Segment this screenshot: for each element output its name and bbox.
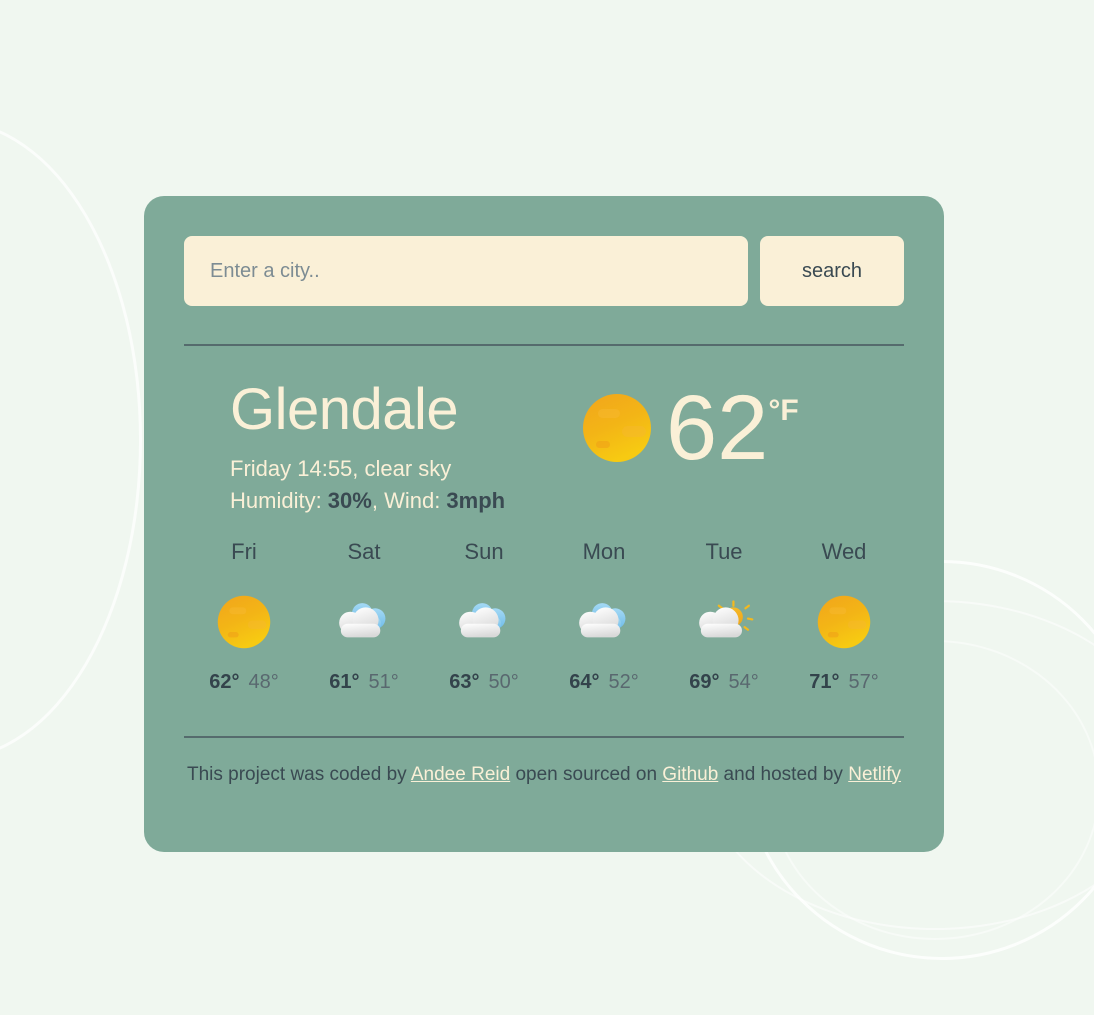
search-form: search [184, 236, 904, 306]
sun-icon [784, 587, 904, 657]
current-conditions: Friday 14:55, clear sky [230, 455, 452, 481]
github-link[interactable]: Github [662, 764, 718, 785]
forecast-day-label: Sun [464, 538, 504, 564]
current-temperature-block: 62 °F [582, 382, 799, 474]
forecast-day-label: Mon [582, 538, 626, 564]
wind-label: , Wind: [371, 487, 447, 513]
forecast-high: 62° [209, 670, 240, 693]
decorative-arc-left [0, 120, 142, 760]
forecast-temps: 63° 50° [424, 671, 544, 694]
footer-text-3: and hosted by [718, 763, 849, 785]
forecast-day: Tue 69° 54° [664, 539, 784, 694]
divider-bottom [184, 735, 904, 738]
temperature-unit: °F [768, 394, 799, 427]
forecast-high: 71° [809, 670, 840, 693]
footer-text-2: open sourced on [510, 763, 663, 785]
sun-icon [184, 587, 304, 657]
forecast-high: 61° [329, 670, 360, 693]
forecast-day: Sun 63° 50° [424, 539, 544, 694]
forecast-day-label: Tue [705, 538, 743, 564]
netlify-link[interactable]: Netlify [848, 764, 901, 785]
forecast-day: Mon 64° 52° [544, 539, 664, 694]
search-button[interactable]: search [760, 236, 904, 306]
current-metrics: Humidity: 30%, Wind: 3mph [230, 485, 574, 517]
forecast-low: 57° [848, 670, 879, 693]
sun-icon [582, 393, 652, 463]
forecast-row: Fri 62° 48° Sat 61° 51° Sun 63° 50° Mon … [184, 539, 904, 694]
forecast-temps: 62° 48° [184, 671, 304, 694]
forecast-day-label: Sat [347, 538, 381, 564]
forecast-low: 48° [248, 670, 279, 693]
forecast-day: Sat 61° 51° [304, 539, 424, 694]
temperature-value: 62 [666, 377, 769, 479]
forecast-temps: 69° 54° [664, 671, 784, 694]
forecast-temps: 71° 57° [784, 671, 904, 694]
current-temperature: 62 °F [666, 382, 799, 474]
current-weather: Glendale Friday 14:55, clear sky Humidit… [184, 377, 904, 517]
city-name: Glendale [230, 377, 459, 442]
footer: This project was coded by Andee Reid ope… [184, 764, 904, 786]
page-root: search Glendale Friday 14:55, clear sky … [0, 0, 1094, 1015]
forecast-low: 50° [488, 670, 519, 693]
author-link[interactable]: Andee Reid [411, 764, 510, 785]
forecast-day: Wed 71° 57° [784, 539, 904, 694]
divider-top [184, 344, 904, 346]
forecast-low: 54° [728, 670, 759, 693]
search-input[interactable] [184, 236, 748, 306]
forecast-temps: 64° 52° [544, 671, 664, 694]
footer-text-1: This project was coded by [186, 763, 411, 785]
cloudy-icon [544, 587, 664, 657]
forecast-temps: 61° 51° [304, 671, 424, 694]
forecast-day-label: Fri [231, 538, 257, 564]
weather-card: search Glendale Friday 14:55, clear sky … [144, 196, 944, 852]
forecast-high: 63° [449, 670, 480, 693]
forecast-high: 64° [569, 670, 600, 693]
cloudy-icon [424, 587, 544, 657]
forecast-low: 52° [608, 670, 639, 693]
current-weather-details: Glendale Friday 14:55, clear sky Humidit… [184, 377, 574, 517]
forecast-day-label: Wed [821, 538, 867, 564]
forecast-high: 69° [689, 670, 720, 693]
humidity-value: 30% [327, 487, 372, 513]
partly-cloudy-icon [664, 587, 784, 657]
humidity-label: Humidity: [230, 487, 328, 513]
forecast-low: 51° [368, 670, 399, 693]
forecast-day: Fri 62° 48° [184, 539, 304, 694]
wind-value: 3mph [446, 487, 506, 513]
cloudy-icon [304, 587, 424, 657]
